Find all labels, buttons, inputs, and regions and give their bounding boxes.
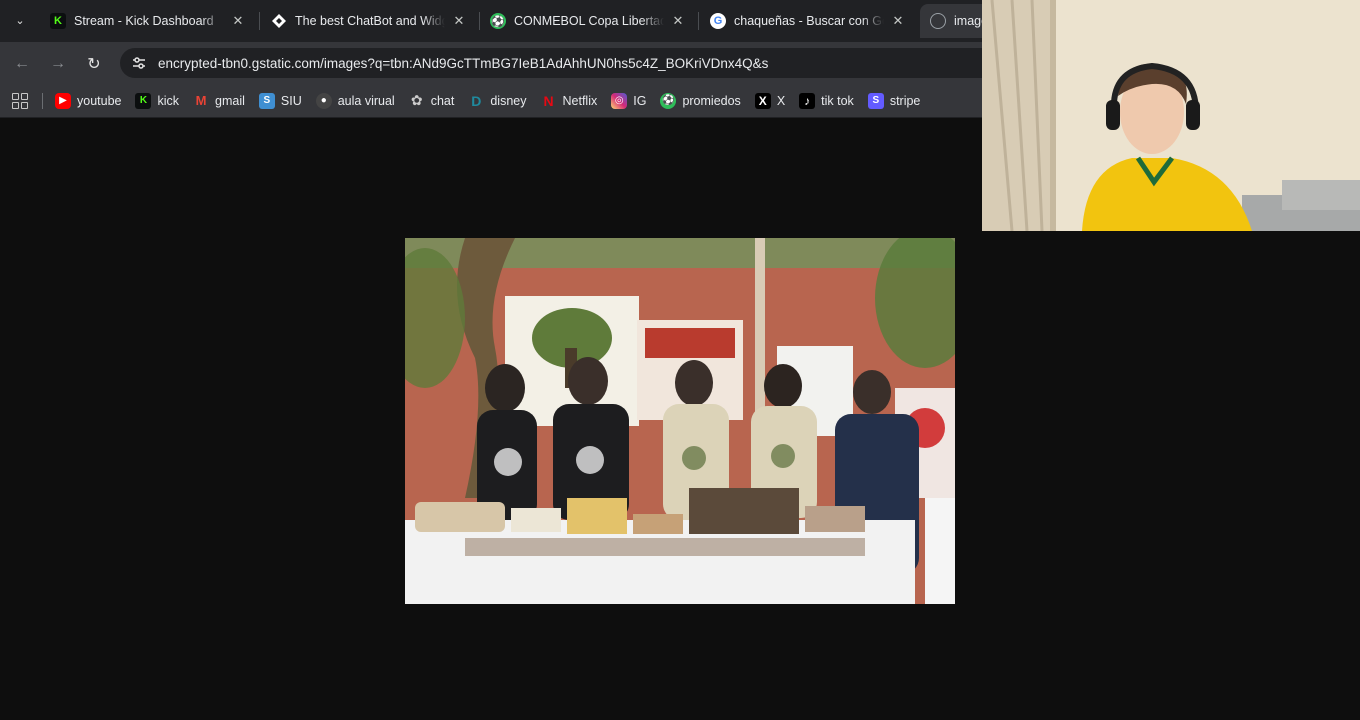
bookmark-siu[interactable]: S SIU (253, 88, 308, 114)
kick-icon: K (135, 92, 152, 109)
tab-divider (698, 12, 699, 30)
close-icon[interactable]: ✕ (890, 13, 906, 29)
displayed-image[interactable] (405, 238, 955, 604)
bookmark-gmail[interactable]: M gmail (187, 88, 251, 114)
bookmark-label: gmail (215, 93, 245, 108)
tiktok-icon: ♪ (799, 92, 816, 109)
close-icon[interactable]: ✕ (230, 13, 246, 29)
tab-title: CONMEBOL Copa Libertadores (514, 14, 664, 28)
bookmark-label: youtube (77, 93, 122, 108)
conmebol-icon: ⚽ (490, 13, 506, 29)
kick-icon: K (50, 13, 66, 29)
bookmark-label: aula virual (337, 93, 395, 108)
bookmark-label: IG (633, 93, 647, 108)
bookmark-label: disney (490, 93, 527, 108)
siu-icon: S (258, 92, 275, 109)
bookmark-chat[interactable]: ✿ chat (403, 88, 461, 114)
close-icon[interactable]: ✕ (451, 13, 467, 29)
bookmark-promiedos[interactable]: ⚽ promiedos (654, 88, 746, 114)
bookmark-label: stripe (889, 93, 921, 108)
site-info-icon[interactable] (130, 54, 148, 72)
bookmark-netflix[interactable]: N Netflix (535, 88, 604, 114)
disney-icon: D (471, 92, 482, 109)
url-text: encrypted-tbn0.gstatic.com/images?q=tbn:… (158, 55, 769, 71)
bookmark-instagram[interactable]: ◎ IG (605, 88, 652, 114)
bookmark-label: kick (157, 93, 180, 108)
bookmark-label: chat (430, 93, 455, 108)
google-icon: G (710, 13, 726, 29)
back-button[interactable]: ← (9, 51, 35, 77)
forward-button[interactable]: → (45, 51, 71, 77)
bookmark-disney[interactable]: D disney (462, 88, 532, 114)
tab-divider (259, 12, 260, 30)
bookmarks-divider (42, 92, 43, 109)
arrow-left-icon: ← (14, 55, 30, 72)
chevron-down-icon: ⌄ (15, 14, 25, 27)
tab-kick-dashboard[interactable]: K Stream - Kick Dashboard ✕ (40, 4, 256, 38)
youtube-icon: ▶ (55, 92, 71, 109)
bookmark-label: SIU (280, 93, 302, 108)
bookmark-label: Netflix (562, 93, 598, 108)
close-icon[interactable]: ✕ (670, 13, 686, 29)
bookmark-kick[interactable]: K kick (129, 88, 185, 114)
tab-title: chaqueñas - Buscar con Google (734, 14, 884, 28)
tab-title: The best ChatBot and Widgets (295, 14, 445, 28)
reload-icon: ↻ (87, 56, 101, 73)
tab-google-search[interactable]: G chaqueñas - Buscar con Google ✕ (700, 4, 916, 38)
openai-icon: ✿ (410, 92, 423, 108)
botrix-icon (271, 13, 287, 29)
tab-search-button[interactable]: ⌄ (8, 8, 32, 32)
bookmark-tiktok[interactable]: ♪ tik tok (793, 88, 860, 114)
bookmark-label: promiedos (682, 93, 741, 108)
reload-button[interactable]: ↻ (81, 51, 107, 77)
promiedos-icon: ⚽ (660, 92, 677, 109)
bookmark-label: X (776, 93, 786, 108)
bookmark-youtube[interactable]: ▶ youtube (49, 88, 127, 114)
x-icon: X (754, 92, 771, 109)
bookmark-aula-virtual[interactable]: ● aula virual (310, 88, 401, 114)
webcam-overlay (982, 0, 1360, 231)
aula-icon: ● (315, 92, 332, 109)
apps-grid-icon[interactable] (10, 91, 30, 111)
instagram-icon: ◎ (611, 92, 628, 109)
arrow-right-icon: → (50, 55, 66, 72)
stripe-icon: S (867, 92, 884, 109)
tab-conmebol[interactable]: ⚽ CONMEBOL Copa Libertadores ✕ (480, 4, 696, 38)
gmail-icon: M (195, 93, 207, 108)
bookmark-label: tik tok (821, 93, 854, 108)
globe-icon (930, 13, 946, 29)
bookmark-stripe[interactable]: S stripe (862, 88, 927, 114)
tab-title: Stream - Kick Dashboard (74, 14, 214, 28)
tab-chatbot[interactable]: The best ChatBot and Widgets ✕ (261, 4, 477, 38)
netflix-icon: N (543, 92, 554, 109)
bookmark-x[interactable]: X X (749, 88, 791, 114)
